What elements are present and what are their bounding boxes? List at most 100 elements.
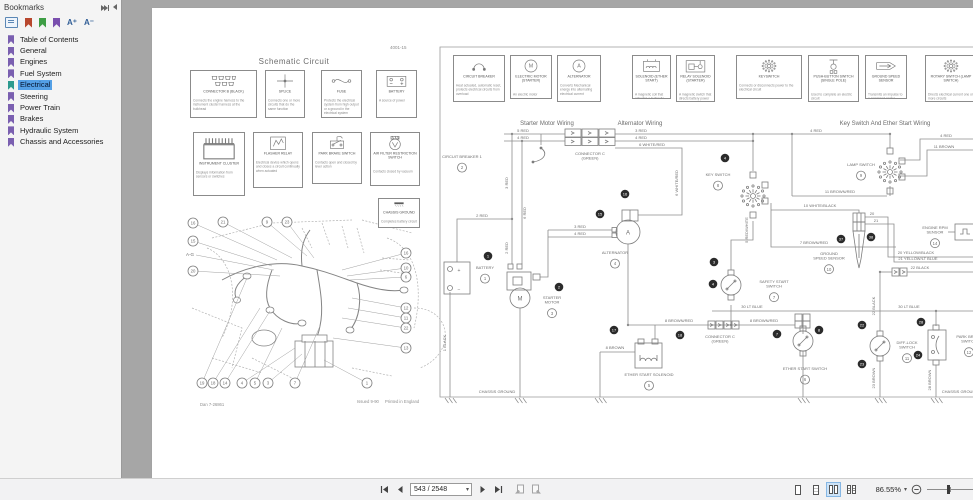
component-label: SAFETY STARTSWITCH (759, 279, 789, 289)
legend-box-fuse: FUSE Protects the electrical system from … (321, 70, 362, 118)
illustration-callout: 12 (352, 298, 411, 313)
wire-label: 4 RED (940, 133, 952, 138)
bookmark-item-table-of-contents[interactable]: Table of Contents (0, 34, 121, 45)
document-page: 4001-15 Schematic Circuit Starter Motor … (152, 8, 973, 478)
svg-text:15: 15 (191, 239, 196, 244)
bookmark-icon (8, 115, 14, 124)
bookmark-options-icon[interactable] (5, 17, 18, 28)
legend-desc: Protects the electrical system from high… (324, 99, 359, 116)
chassis-ground-symbol (595, 398, 607, 403)
svg-text:9: 9 (860, 173, 863, 178)
wire-label: 11 BROWN/RED (825, 189, 855, 194)
zoom-out-button[interactable] (910, 483, 922, 497)
expand-bookmarks-red-icon[interactable] (25, 18, 32, 28)
svg-text:A-G: A-G (186, 252, 195, 257)
pdf-viewer-window: Bookmarks A⁺ A⁻ Table of ContentsGeneral… (0, 0, 973, 500)
legend-name: GROUND SPEED SENSOR (868, 75, 904, 83)
continuous-view-button[interactable] (808, 482, 823, 497)
wire-label: 6 WHITE/RED (674, 170, 679, 196)
legend-box-electric-motor-starter: MELECTRIC MOTOR (STARTER)An electric mot… (510, 55, 552, 99)
svg-text:A: A (577, 64, 581, 70)
first-page-button[interactable] (378, 483, 390, 497)
two-page-scroll-view-button[interactable] (844, 482, 859, 497)
previous-page-button[interactable] (394, 483, 406, 497)
page-title: Schematic Circuit (259, 57, 330, 66)
svg-text:+: + (458, 268, 461, 274)
wire-label: 10 WHITE/BLACK (804, 203, 837, 208)
zoom-slider-thumb[interactable] (947, 485, 950, 494)
increase-text-size-button[interactable]: A⁺ (67, 19, 77, 27)
legend-desc: A source of power (379, 99, 414, 103)
expand-bookmarks-green-icon[interactable] (39, 18, 46, 28)
illustration-callout: 23 (282, 217, 314, 258)
zoom-controls: 86.55% ▾ (790, 479, 973, 500)
wire-label: 22 BLACK (911, 265, 930, 270)
wire-label: 11 BROWN (934, 144, 955, 149)
wire-badge: 4 (709, 280, 718, 289)
decrease-text-size-button[interactable]: A⁻ (84, 19, 94, 27)
chassis-ground-symbol (515, 398, 527, 403)
wire-badge: 17 (610, 326, 619, 335)
bookmark-label: Table of Contents (18, 35, 80, 45)
wire-badge: 4 (721, 154, 730, 163)
legend-desc: Connects the engine harness to the instr… (193, 99, 254, 111)
bookmark-item-general[interactable]: General (0, 45, 121, 56)
wire-badge: 38 (867, 233, 876, 242)
zoom-slider[interactable] (927, 483, 973, 496)
wire-label: 21 YELLOW/LT BLUE (898, 256, 937, 261)
flasher-relay-icon (256, 135, 300, 151)
page-number-input[interactable]: 543 / 2548 ▾ (410, 483, 472, 496)
illustration-callout: 6 (350, 272, 411, 282)
wire-label: 8 BROWN/RED (665, 318, 693, 323)
svg-text:6: 6 (804, 377, 807, 382)
component-label: ENGINE RPMSENSOR (922, 225, 947, 235)
last-page-button[interactable] (492, 483, 504, 497)
bottom-toolbar: 543 / 2548 ▾ 86.55% (0, 478, 973, 500)
bookmark-item-hydraulic-system[interactable]: Hydraulic System (0, 125, 121, 136)
legend-name: PARK BRAKE SWITCH (315, 152, 359, 156)
bookmark-label: Hydraulic System (18, 126, 80, 136)
bookmark-item-engines[interactable]: Engines (0, 57, 121, 68)
component-starter-motor: MSTARTERMOTOR3 (507, 264, 561, 318)
bookmark-label: Electrical (18, 80, 52, 90)
two-page-view-button[interactable] (826, 482, 841, 497)
zoom-dropdown-caret-icon[interactable]: ▾ (904, 487, 907, 493)
svg-text:19: 19 (200, 381, 205, 386)
bookmark-item-electrical[interactable]: Electrical (0, 80, 121, 91)
previous-view-button[interactable] (514, 483, 526, 497)
document-area[interactable]: 4001-15 Schematic Circuit Starter Motor … (122, 0, 973, 479)
doc-code: Dan 7-26861 (200, 402, 225, 407)
collapse-panel-icon[interactable] (113, 3, 117, 12)
expand-bookmarks-purple-icon[interactable] (53, 18, 60, 28)
bookmark-label: Engines (18, 57, 49, 67)
next-view-button[interactable] (529, 483, 541, 497)
legend-desc: Completes battery circuit (381, 220, 417, 224)
single-page-view-button[interactable] (790, 482, 805, 497)
wire-label: 30 LT BLUE (898, 304, 920, 309)
bookmark-item-brakes[interactable]: Brakes (0, 114, 121, 125)
next-page-button[interactable] (476, 483, 488, 497)
legend-name: FUSE (324, 90, 359, 94)
page-dropdown-caret-icon[interactable]: ▾ (466, 487, 469, 493)
legend-name: KEYSWITCH (739, 75, 799, 79)
svg-text:−: − (458, 287, 461, 293)
bookmarks-panel-header: Bookmarks (0, 0, 121, 14)
bookmark-list: Table of ContentsGeneralEnginesFuel Syst… (0, 34, 121, 148)
bookmark-item-chassis-and-accessories[interactable]: Chassis and Accessories (0, 137, 121, 148)
wire-label: 4 RED (574, 231, 586, 236)
illustration-callout: 19 (197, 278, 247, 388)
section-heading-alternator: Alternator Wiring (618, 121, 663, 127)
bookmark-item-steering[interactable]: Steering (0, 91, 121, 102)
bookmark-item-fuel-system[interactable]: Fuel System (0, 68, 121, 79)
chassis-ground-symbol (445, 398, 457, 403)
dock-panel-icon[interactable] (101, 5, 109, 11)
component-safety-start-switch: SAFETY STARTSWITCH7 (721, 270, 789, 302)
svg-text:8: 8 (717, 183, 720, 188)
legend-desc: Contacts closed by vacuum (373, 170, 417, 174)
component-circuit-breaker-1: CIRCUIT BREAKER 12 (442, 147, 545, 173)
component-label: GROUNDSPEED SENSOR (813, 251, 845, 261)
bookmark-item-power-train[interactable]: Power Train (0, 102, 121, 113)
svg-text:22: 22 (404, 326, 409, 331)
svg-text:18: 18 (211, 381, 216, 386)
component-diff-lock-switch: DIFF-LOCKSWITCH11 (870, 331, 918, 363)
